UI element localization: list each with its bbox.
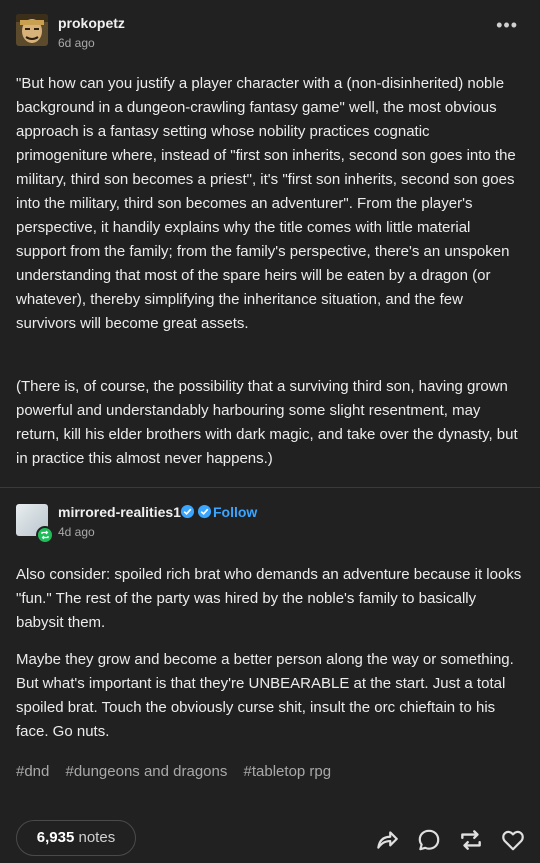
tag[interactable]: #dungeons and dragons	[66, 763, 228, 780]
follow-button[interactable]: Follow	[213, 504, 257, 520]
post-paragraph: (There is, of course, the possibility th…	[16, 378, 518, 467]
username[interactable]: prokopetz	[58, 15, 125, 31]
more-icon[interactable]: •••	[496, 16, 518, 34]
post-time[interactable]: 6d ago	[58, 36, 95, 50]
divider	[0, 487, 540, 488]
post-paragraph: "But how can you justify a player charac…	[16, 75, 516, 332]
notes-count: 6,935	[36, 829, 75, 846]
verified-icon	[180, 504, 195, 519]
like-icon[interactable]	[500, 827, 526, 853]
reblog-header: mirrored-realities1 Follow 4d ago	[16, 503, 524, 544]
share-icon[interactable]	[374, 827, 400, 853]
reblog-username[interactable]: mirrored-realities1	[58, 504, 181, 520]
tag-list: #dnd #dungeons and dragons #tabletop rpg	[16, 763, 343, 780]
post-header: prokopetz 6d ago •••	[16, 14, 524, 54]
reply-icon[interactable]	[416, 827, 442, 853]
notes-button[interactable]: 6,935 notes	[16, 820, 136, 856]
reblog-paragraph: Maybe they grow and become a better pers…	[16, 651, 514, 740]
tag[interactable]: #tabletop rpg	[244, 763, 332, 780]
avatar[interactable]	[16, 14, 48, 46]
notes-label: notes	[78, 829, 116, 846]
tag[interactable]: #dnd	[16, 763, 49, 780]
reblog-icon[interactable]	[458, 827, 484, 853]
reblog-paragraph: Also consider: spoiled rich brat who dem…	[16, 566, 522, 631]
reblog-badge-icon	[36, 526, 54, 544]
verified-icon	[197, 504, 212, 519]
reblog-time[interactable]: 4d ago	[58, 525, 95, 539]
